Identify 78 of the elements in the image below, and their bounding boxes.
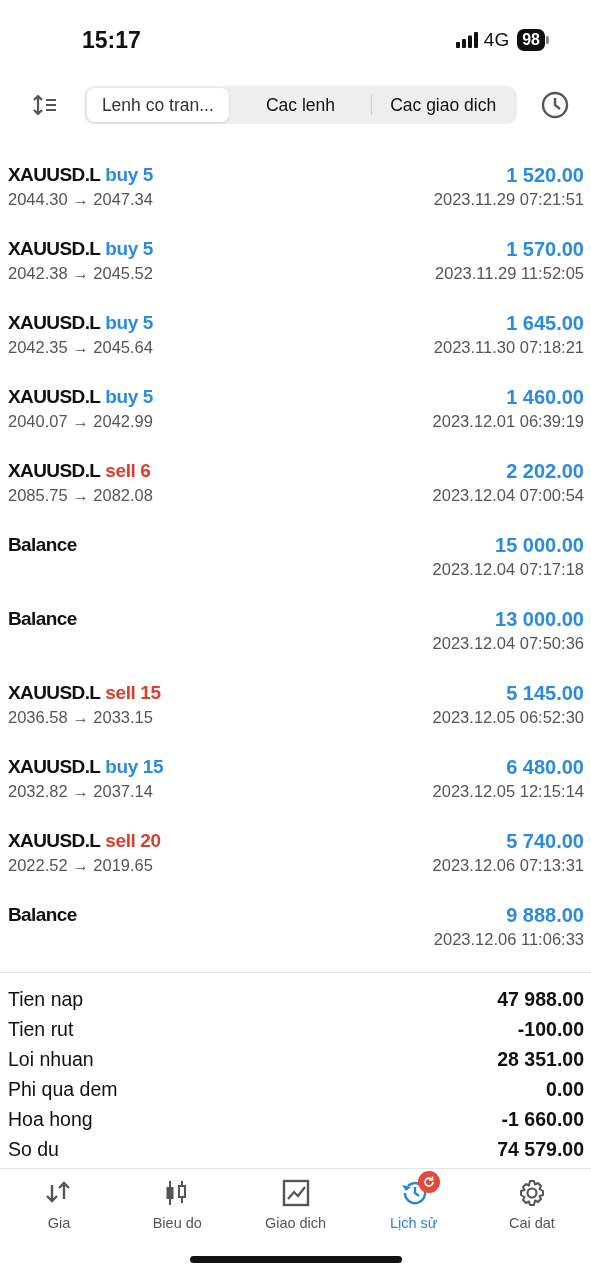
sort-icon: [32, 95, 58, 115]
summary-value: 28 351.00: [497, 1047, 584, 1071]
clock-icon: [541, 91, 569, 119]
profit-amount: 1 570.00: [506, 237, 584, 261]
profit-amount: 1 460.00: [506, 385, 584, 409]
timestamp: 2023.12.04 07:17:18: [432, 560, 584, 579]
profit-amount: 2 202.00: [506, 459, 584, 483]
nav-tab[interactable]: Giao dich: [236, 1169, 355, 1246]
line-chart-icon: [281, 1179, 310, 1207]
timestamp: 2023.12.04 07:00:54: [432, 486, 584, 505]
timestamp: 2023.12.05 06:52:30: [432, 708, 584, 727]
clock-time: 15:17: [82, 26, 141, 54]
summary-label: Loi nhuan: [8, 1047, 94, 1071]
network-label: 4G: [483, 29, 510, 51]
summary-value: 0.00: [546, 1077, 584, 1101]
timestamp: 2023.12.01 06:39:19: [432, 412, 584, 431]
price-range: 2036.58 → 2033.15: [8, 708, 153, 727]
history-icon: [399, 1179, 428, 1207]
timestamp: 2023.12.06 11:06:33: [433, 930, 584, 949]
tab[interactable]: Lenh co tran...: [87, 88, 229, 122]
price-range: 2044.30 → 2047.34: [8, 190, 153, 209]
symbol-label: XAUUSD.L: [8, 312, 101, 334]
profit-amount: 5 145.00: [506, 681, 584, 705]
settings-icon: [517, 1179, 546, 1207]
symbol-label: XAUUSD.L: [8, 460, 101, 482]
order-label: sell 6: [105, 460, 151, 482]
price-range: 2032.82 → 2037.14: [8, 782, 153, 801]
order-label: sell 20: [105, 830, 161, 852]
profit-amount: 9 888.00: [506, 903, 584, 927]
order-label: buy 5: [105, 238, 153, 260]
summary-label: Phi qua dem: [8, 1077, 118, 1101]
price-range: 2085.75 → 2082.08: [8, 486, 153, 505]
nav-tab[interactable]: Bieu do: [118, 1169, 237, 1246]
symbol-label: XAUUSD.L: [8, 386, 101, 408]
order-label: sell 15: [105, 682, 161, 704]
symbol-label: XAUUSD.L: [8, 756, 101, 778]
summary-value: -100.00: [517, 1017, 584, 1041]
timestamp: 2023.12.05 12:15:14: [432, 782, 584, 801]
price-range: 2042.35 → 2045.64: [8, 338, 153, 357]
profit-amount: 6 480.00: [506, 755, 584, 779]
symbol-label: XAUUSD.L: [8, 238, 101, 260]
balance-label: Balance: [8, 608, 77, 630]
symbol-label: XAUUSD.L: [8, 682, 101, 704]
timestamp: 2023.11.29 07:21:51: [433, 190, 584, 209]
timestamp: 2023.11.30 07:18:21: [433, 338, 584, 357]
price-range: 2042.38 → 2045.52: [8, 264, 153, 283]
symbol-label: XAUUSD.L: [8, 164, 101, 186]
timestamp: 2023.12.04 07:50:36: [432, 634, 584, 653]
signal-icon: [455, 32, 478, 48]
summary-value: -1 660.00: [501, 1107, 584, 1131]
order-label: buy 5: [105, 164, 153, 186]
tab[interactable]: Cac lenh: [229, 88, 372, 122]
balance-label: Balance: [8, 904, 77, 926]
summary-value: 74 579.00: [497, 1137, 584, 1161]
nav-tab[interactable]: Cai dat: [472, 1169, 591, 1246]
profit-amount: 15 000.00: [495, 533, 584, 557]
order-label: buy 5: [105, 386, 153, 408]
battery-indicator: 98: [517, 29, 545, 51]
summary-label: Tien rut: [8, 1017, 74, 1041]
profit-amount: 1 520.00: [506, 163, 584, 187]
symbol-label: XAUUSD.L: [8, 830, 101, 852]
timestamp: 2023.12.06 07:13:31: [432, 856, 584, 875]
order-label: buy 15: [105, 756, 164, 778]
profit-amount: 5 740.00: [506, 829, 584, 853]
summary-value: 47 988.00: [497, 987, 584, 1011]
nav-tab[interactable]: Gia: [0, 1169, 119, 1246]
order-label: buy 5: [105, 312, 153, 334]
timestamp: 2023.11.29 11:52:05: [435, 264, 584, 283]
summary-label: So du: [8, 1137, 59, 1161]
summary-label: Hoa hong: [8, 1107, 93, 1131]
balance-label: Balance: [8, 534, 77, 556]
summary-label: Tien nap: [8, 987, 84, 1011]
profit-amount: 1 645.00: [506, 311, 584, 335]
profit-amount: 13 000.00: [495, 607, 584, 631]
tab[interactable]: Cac giao dich: [372, 88, 514, 122]
nav-tab[interactable]: Lịch sử: [354, 1169, 473, 1246]
price-range: 2022.52 → 2019.65: [8, 856, 153, 875]
price-range: 2040.07 → 2042.99: [8, 412, 153, 431]
